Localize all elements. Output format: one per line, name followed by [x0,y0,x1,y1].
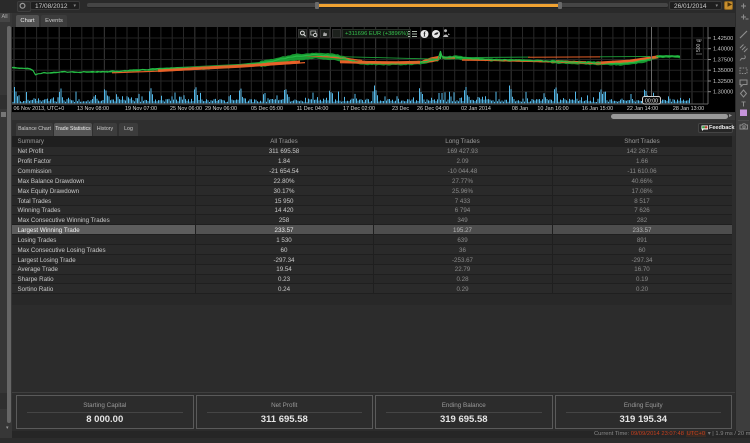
svg-text:1.42500: 1.42500 [713,36,733,42]
svg-text:08 Jan: 08 Jan [512,106,528,112]
svg-text:22 Jan 14:00: 22 Jan 14:00 [627,106,658,112]
svg-text:1.32500: 1.32500 [713,79,733,85]
svg-text:29 Nov 06:00: 29 Nov 06:00 [205,106,237,112]
svg-text:1.30000: 1.30000 [713,90,733,96]
svg-text:1.35000: 1.35000 [713,68,733,74]
svg-text:23 Dec: 23 Dec [392,106,409,112]
svg-text:T: T [741,102,746,109]
svg-text:11 Dec 04:00: 11 Dec 04:00 [297,106,329,112]
svg-text:17 Dec 02:00: 17 Dec 02:00 [343,106,375,112]
svg-text:02 Jan 2014: 02 Jan 2014 [461,106,491,112]
svg-text:19 Nov 07:00: 19 Nov 07:00 [125,106,157,112]
svg-text:28 Jan 13:00: 28 Jan 13:00 [673,106,704,112]
svg-text:500 µ: 500 µ [696,39,702,52]
svg-text:06 Nov 2013, UTC+0: 06 Nov 2013, UTC+0 [14,106,65,112]
svg-text:26 Dec 04:00: 26 Dec 04:00 [417,106,449,112]
svg-text:1.40000: 1.40000 [713,47,733,53]
svg-text:10 Jan 16:00: 10 Jan 16:00 [537,106,568,112]
svg-text:1.37500: 1.37500 [713,58,733,64]
svg-text:25 Nov 06:00: 25 Nov 06:00 [170,106,202,112]
svg-text:13 Nov 08:00: 13 Nov 08:00 [77,106,109,112]
svg-text:05 Dec 05:00: 05 Dec 05:00 [251,106,283,112]
svg-text:16 Jan 15:00: 16 Jan 15:00 [582,106,613,112]
svg-text:00:00: 00:00 [645,98,658,104]
